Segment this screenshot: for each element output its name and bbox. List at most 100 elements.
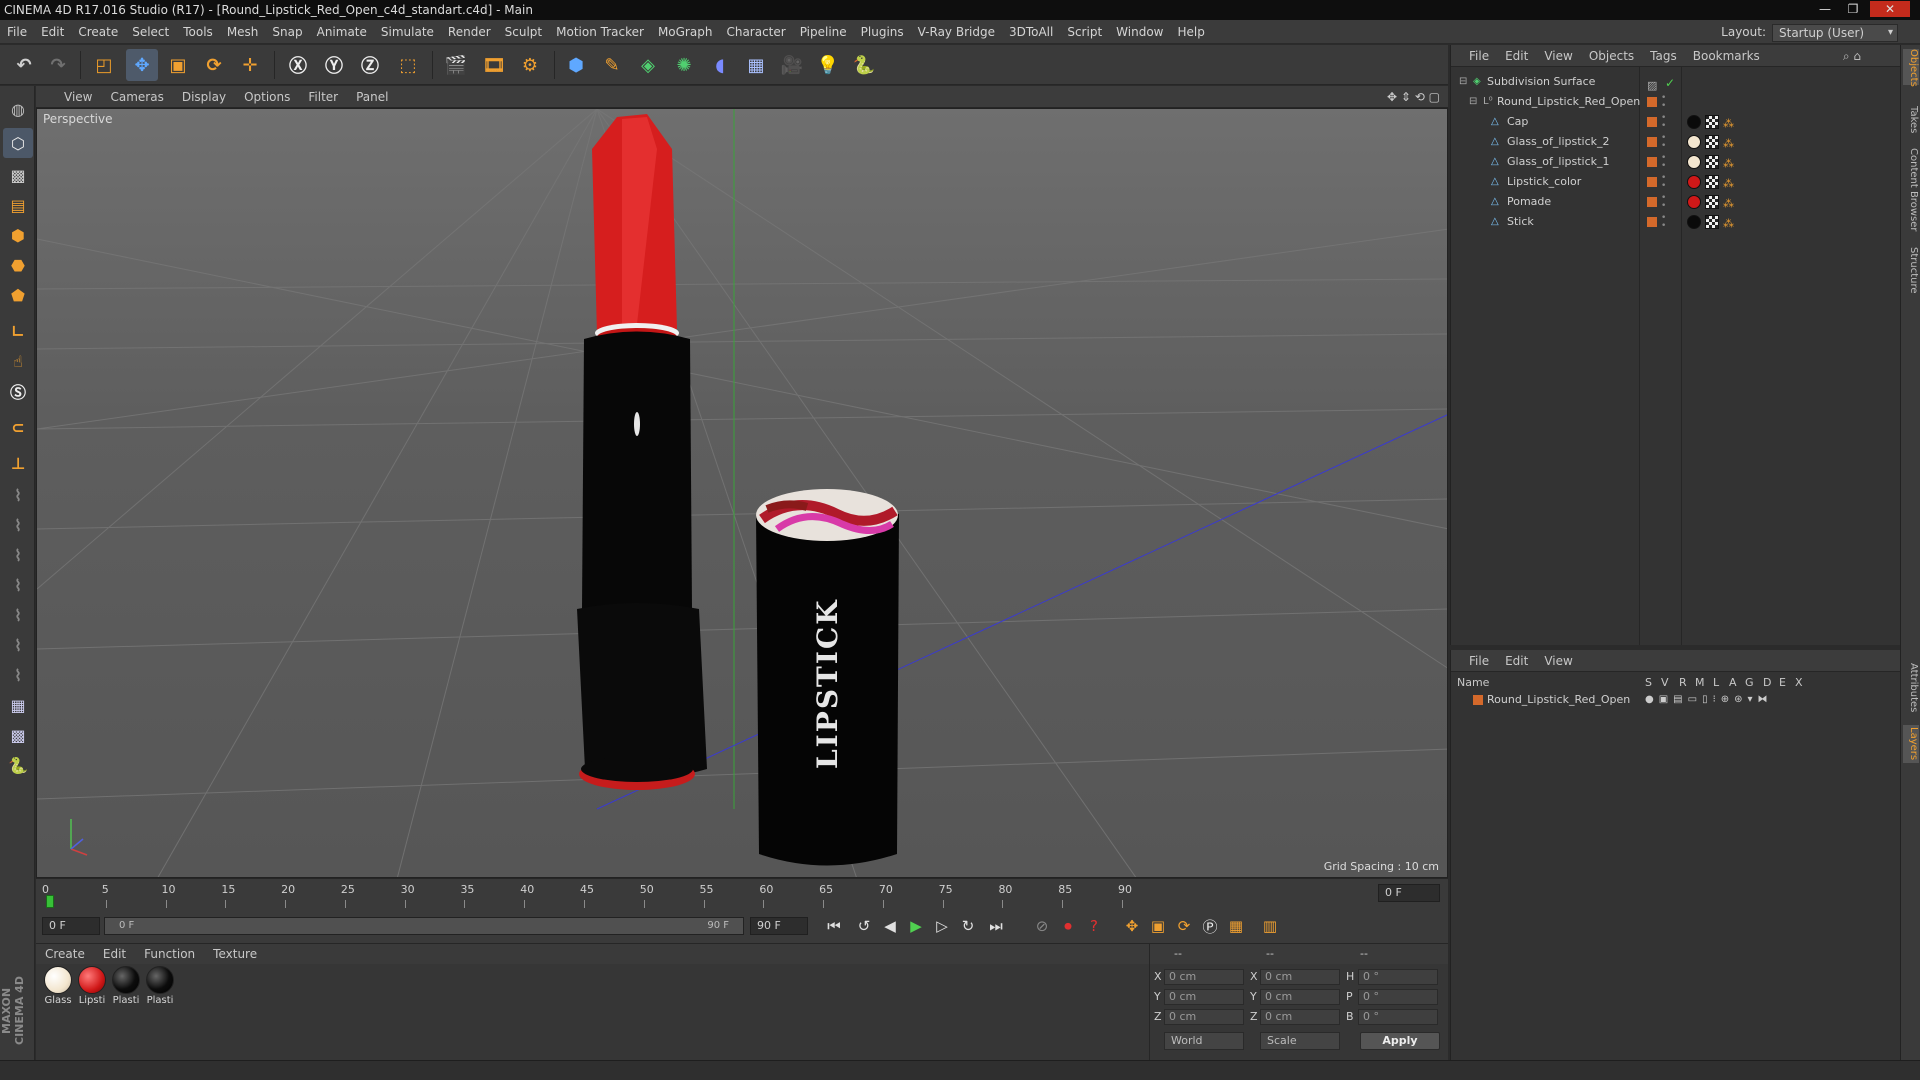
apply-button[interactable]: Apply: [1360, 1032, 1440, 1050]
rotate-tool-icon[interactable]: ⟳: [198, 49, 230, 81]
axis-mode-icon[interactable]: ∟: [3, 316, 33, 346]
menu-simulate[interactable]: Simulate: [374, 20, 441, 44]
menu-animate[interactable]: Animate: [310, 20, 374, 44]
object-row-round-lipstick[interactable]: ⊟ L⁰ Round_Lipstick_Red_Open • •: [1451, 92, 1901, 112]
solo-mode-icon[interactable]: Ⓢ: [3, 376, 33, 406]
om-menu-view[interactable]: View: [1536, 45, 1580, 67]
sculpt-brush-1-icon[interactable]: ⌇: [3, 480, 33, 510]
menu-window[interactable]: Window: [1109, 20, 1170, 44]
coordinate-system-icon[interactable]: ⬚: [392, 49, 424, 81]
material-swatch[interactable]: Plasti: [110, 966, 142, 1006]
tab-takes[interactable]: Takes: [1903, 105, 1919, 135]
menu-snap[interactable]: Snap: [265, 20, 309, 44]
transform-tool-icon[interactable]: ✛: [234, 49, 266, 81]
python-script-icon[interactable]: 🐍: [3, 750, 33, 780]
previous-key-icon[interactable]: ↺: [852, 914, 876, 938]
viewport-nav-icons[interactable]: ✥ ⇕ ⟲ ▢: [1387, 86, 1440, 108]
render-picture-viewer-icon[interactable]: 🎞: [478, 49, 510, 81]
tab-layers[interactable]: Layers: [1903, 725, 1919, 763]
timeline-window-icon[interactable]: ▥: [1258, 914, 1282, 938]
undo-icon[interactable]: ↶: [8, 49, 40, 81]
render-view-icon[interactable]: 🎬: [440, 49, 472, 81]
material-menu-function[interactable]: Function: [135, 944, 204, 964]
end-frame-field[interactable]: 90 F: [750, 917, 808, 935]
sculpt-brush-5-icon[interactable]: ⌇: [3, 600, 33, 630]
cube-primitive-icon[interactable]: ⬢: [560, 49, 592, 81]
next-frame-icon[interactable]: ▷: [930, 914, 954, 938]
sculpt-brush-6-icon[interactable]: ⌇: [3, 630, 33, 660]
om-menu-objects[interactable]: Objects: [1581, 45, 1642, 67]
points-mode-icon[interactable]: ⬢: [3, 220, 33, 250]
render-settings-icon[interactable]: ⚙: [514, 49, 546, 81]
deformer-icon[interactable]: ◖: [704, 49, 736, 81]
menu-sculpt[interactable]: Sculpt: [498, 20, 549, 44]
spline-pen-icon[interactable]: ✎: [596, 49, 628, 81]
snap-magnet-icon[interactable]: ⊂: [3, 412, 33, 442]
object-row-cap[interactable]: △ Cap • • ⁂: [1451, 112, 1901, 132]
tab-objects[interactable]: Objects: [1903, 49, 1919, 87]
python-icon[interactable]: 🐍: [848, 49, 880, 81]
menu-edit[interactable]: Edit: [34, 20, 71, 44]
go-to-end-icon[interactable]: ⏭: [984, 914, 1008, 938]
play-forward-icon[interactable]: ▶: [904, 914, 928, 938]
position-z-field[interactable]: 0 cm: [1164, 1009, 1244, 1025]
material-menu-create[interactable]: Create: [36, 944, 94, 964]
viewport-3d[interactable]: LIPSTICK Perspective Grid Spacing : 10 c…: [36, 108, 1448, 878]
viewport-menu-display[interactable]: Display: [173, 86, 235, 108]
key-position-icon[interactable]: ✥: [1120, 914, 1144, 938]
rotation-h-field[interactable]: 0 °: [1358, 969, 1438, 985]
menu-select[interactable]: Select: [125, 20, 176, 44]
frame-range-slider[interactable]: 0 F 90 F: [104, 917, 744, 935]
tab-content-browser[interactable]: Content Browser: [1903, 145, 1919, 235]
sculpt-brush-4-icon[interactable]: ⌇: [3, 570, 33, 600]
current-frame-field[interactable]: 0 F: [42, 917, 100, 935]
om-menu-file[interactable]: File: [1451, 45, 1497, 67]
x-axis-lock-icon[interactable]: Ⓧ: [282, 49, 314, 81]
live-selection-icon[interactable]: ◰: [88, 49, 120, 81]
layout-dropdown[interactable]: Startup (User): [1772, 23, 1898, 42]
position-x-field[interactable]: 0 cm: [1164, 969, 1244, 985]
scale-tool-icon[interactable]: ▣: [162, 49, 194, 81]
polygons-mode-icon[interactable]: ⬟: [3, 280, 33, 310]
viewport-menu-options[interactable]: Options: [235, 86, 299, 108]
object-row-glass-2[interactable]: △ Glass_of_lipstick_2 • • ⁂: [1451, 132, 1901, 152]
menu-3dtoall[interactable]: 3DToAll: [1002, 20, 1060, 44]
layer-toggle-icons[interactable]: ●▣▤▭▯⁝⊕⊛▾⧓: [1645, 690, 1773, 710]
menu-file[interactable]: File: [0, 20, 34, 44]
auto-keying-icon[interactable]: ⏺: [1056, 914, 1080, 938]
sculpt-brush-2-icon[interactable]: ⌇: [3, 510, 33, 540]
lm-menu-view[interactable]: View: [1536, 650, 1580, 672]
menu-vray-bridge[interactable]: V-Ray Bridge: [911, 20, 1002, 44]
move-tool-icon[interactable]: ✥: [126, 49, 158, 81]
z-axis-lock-icon[interactable]: Ⓩ: [354, 49, 386, 81]
object-row-glass-1[interactable]: △ Glass_of_lipstick_1 • • ⁂: [1451, 152, 1901, 172]
next-key-icon[interactable]: ↻: [956, 914, 980, 938]
coordinate-mode-dropdown[interactable]: Scale: [1260, 1032, 1340, 1050]
record-keys-icon[interactable]: ⊘: [1030, 914, 1054, 938]
position-y-field[interactable]: 0 cm: [1164, 989, 1244, 1005]
redo-icon[interactable]: ↷: [42, 49, 74, 81]
viewport-menu-filter[interactable]: Filter: [299, 86, 347, 108]
menu-character[interactable]: Character: [719, 20, 792, 44]
tweak-mode-icon[interactable]: ☝: [3, 346, 33, 376]
make-editable-icon[interactable]: ◍: [3, 94, 33, 124]
keyframe-selection-icon[interactable]: ?: [1082, 914, 1106, 938]
material-swatch[interactable]: Glass: [42, 966, 74, 1006]
material-menu-edit[interactable]: Edit: [94, 944, 135, 964]
menu-plugins[interactable]: Plugins: [854, 20, 911, 44]
om-search-icon[interactable]: ⌕ ⌂: [1843, 45, 1861, 67]
floor-scene-icon[interactable]: ▦: [740, 49, 772, 81]
menu-help[interactable]: Help: [1170, 20, 1211, 44]
menu-pipeline[interactable]: Pipeline: [793, 20, 854, 44]
minimize-icon[interactable]: —: [1814, 1, 1836, 17]
workplane-mode-icon[interactable]: ▤: [3, 190, 33, 220]
coordinate-space-dropdown[interactable]: World: [1164, 1032, 1244, 1050]
checker-icon[interactable]: ▩: [3, 720, 33, 750]
edges-mode-icon[interactable]: ⬣: [3, 250, 33, 280]
sculpt-brush-7-icon[interactable]: ⌇: [3, 660, 33, 690]
om-menu-bookmarks[interactable]: Bookmarks: [1685, 45, 1768, 67]
mograph-cloner-icon[interactable]: ✺: [668, 49, 700, 81]
model-mode-icon[interactable]: ⬡: [3, 128, 33, 158]
menu-create[interactable]: Create: [71, 20, 125, 44]
key-rotation-icon[interactable]: ⟳: [1172, 914, 1196, 938]
